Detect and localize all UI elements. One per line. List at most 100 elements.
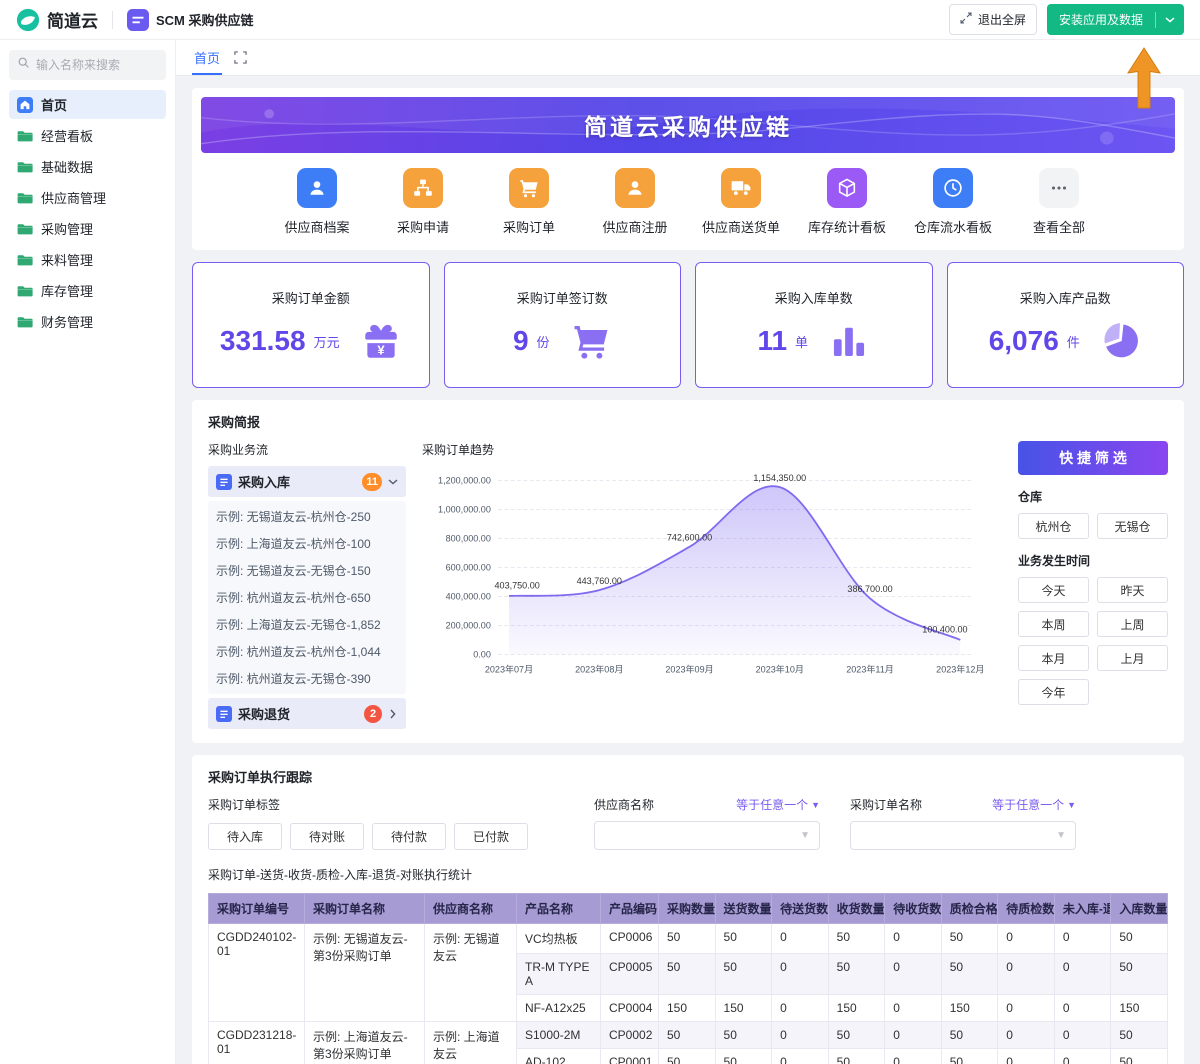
table-row: CGDD240102-01示例: 无锡道友云-第3份采购订单示例: 无锡道友云V… [209,924,1168,954]
piechart-icon [1100,320,1142,362]
shortcut-row: 供应商档案 采购申请采购订单供应商注册 供应商送货单库存统计看板仓库流水看板查看全部 [201,153,1175,244]
value-cell: 0 [998,954,1055,995]
svg-text:2023年09月: 2023年09月 [665,664,713,675]
stat-title: 采购订单签订数 [517,288,608,307]
sidebar-item-首页[interactable]: 首页 [9,90,166,119]
sidebar-item-经营看板[interactable]: 经营看板 [9,121,166,150]
tag-button-待入库[interactable]: 待入库 [208,823,282,850]
order-name-select[interactable]: ▼ [850,821,1076,850]
install-app-button[interactable]: 安装应用及数据 [1047,4,1184,35]
purchase-trend-chart: 0.00200,000.00400,000.00600,000.00800,00… [422,466,1002,680]
supplier-operator-dropdown[interactable]: 等于任意一个▼ [736,796,820,813]
stat-value-row: 331.58万元¥ [220,320,402,362]
expand-fullscreen-icon[interactable] [234,51,247,64]
value-cell: 50 [1111,1049,1168,1064]
flow-item[interactable]: 示例: 上海道友云-无锡仓-1,852 [208,611,406,638]
tab-home[interactable]: 首页 [192,40,222,75]
sidebar-search[interactable] [9,50,166,80]
warehouse-buttons: 杭州仓无锡仓 [1018,513,1168,539]
value-cell: 50 [941,954,998,995]
shortcut-供应商档案[interactable]: 供应商档案 [265,168,369,236]
flow-item[interactable]: 示例: 杭州道友云-杭州仓-650 [208,584,406,611]
svg-text:800,000.00: 800,000.00 [446,534,491,544]
value-cell: 0 [885,995,942,1022]
value-cell: 50 [659,1049,716,1064]
svg-text:403,750.00: 403,750.00 [495,581,540,591]
time-button-本周[interactable]: 本周 [1018,611,1089,637]
brief-section-title: 采购简报 [208,412,1168,431]
column-header: 质检合格数量 [941,894,998,924]
time-button-今年[interactable]: 今年 [1018,679,1089,705]
folder-icon [17,159,33,175]
time-button-上周[interactable]: 上周 [1097,611,1168,637]
product-name: VC均热板 [517,924,601,954]
sidebar-item-供应商管理[interactable]: 供应商管理 [9,183,166,212]
brief-card: 采购简报 采购业务流 采购入库11示例: 无锡道友云-杭州仓-250示例: 上海… [192,400,1184,743]
count-badge: 2 [364,705,382,723]
shortcut-label: 供应商注册 [602,217,667,236]
flow-item[interactable]: 示例: 杭州道友云-杭州仓-1,044 [208,638,406,665]
tag-button-已付款[interactable]: 已付款 [454,823,528,850]
cube-icon [827,168,867,208]
sidebar-item-采购管理[interactable]: 采购管理 [9,214,166,243]
shortcut-采购订单[interactable]: 采购订单 [477,168,581,236]
trend-panel: 采购订单趋势 0.00200,000.00400,000.00600,000.0… [422,441,1002,729]
time-buttons: 今天昨天本周上周本月上月今年 [1018,577,1168,705]
warehouse-button-杭州仓[interactable]: 杭州仓 [1018,513,1089,539]
value-cell: 0 [772,924,829,954]
flow-group-采购退货[interactable]: 采购退货2 [208,698,406,729]
sidebar-item-库存管理[interactable]: 库存管理 [9,276,166,305]
filter-row: 采购订单标签 待入库待对账待付款已付款 供应商名称 等于任意一个▼ ▼ 采购订单… [208,796,1168,850]
order-name-operator-dropdown[interactable]: 等于任意一个▼ [992,796,1076,813]
shortcut-查看全部[interactable]: 查看全部 [1007,168,1111,236]
stat-value-row: 9份 [513,320,612,362]
stat-unit: 份 [537,332,550,351]
warehouse-button-无锡仓[interactable]: 无锡仓 [1097,513,1168,539]
search-input[interactable] [36,58,158,72]
tag-button-待对账[interactable]: 待对账 [290,823,364,850]
supplier-name: 示例: 无锡道友云 [425,924,517,1022]
time-button-本月[interactable]: 本月 [1018,645,1089,671]
install-app-label: 安装应用及数据 [1047,4,1155,35]
chevron-down-icon[interactable] [1156,10,1184,30]
stat-title: 采购入库产品数 [1020,288,1111,307]
flow-item[interactable]: 示例: 杭州道友云-无锡仓-390 [208,665,406,692]
flow-item[interactable]: 示例: 无锡道友云-杭州仓-250 [208,503,406,530]
flow-item[interactable]: 示例: 无锡道友云-无锡仓-150 [208,557,406,584]
home-icon [17,97,33,113]
document-icon [216,706,232,722]
supplier-select[interactable]: ▼ [594,821,820,850]
shortcut-label: 供应商档案 [284,217,349,236]
shortcut-库存统计看板[interactable]: 库存统计看板 [795,168,899,236]
app-logo[interactable]: 简道云 [16,7,98,32]
sidebar-item-基础数据[interactable]: 基础数据 [9,152,166,181]
quick-filter-header[interactable]: 快 捷 筛 选 [1018,441,1168,475]
time-button-今天[interactable]: 今天 [1018,577,1089,603]
shortcut-供应商送货单[interactable]: 供应商送货单 [689,168,793,236]
sidebar-item-财务管理[interactable]: 财务管理 [9,307,166,336]
chevron-down-icon: ▼ [1067,800,1076,810]
time-button-昨天[interactable]: 昨天 [1097,577,1168,603]
shortcut-供应商注册[interactable]: 供应商注册 [583,168,687,236]
flow-group-采购入库[interactable]: 采购入库11 [208,466,406,497]
shortcut-label: 查看全部 [1033,217,1085,236]
value-cell: 50 [1111,954,1168,995]
value-cell: 150 [941,995,998,1022]
exit-fullscreen-button[interactable]: 退出全屏 [949,4,1037,35]
sidebar-item-label: 首页 [41,95,67,114]
value-cell: 50 [828,1049,885,1064]
svg-text:400,000.00: 400,000.00 [446,592,491,602]
product-name: AD-102 [517,1049,601,1064]
flow-item[interactable]: 示例: 上海道友云-杭州仓-100 [208,530,406,557]
value-cell: 50 [828,1022,885,1049]
tag-button-待付款[interactable]: 待付款 [372,823,446,850]
shortcut-采购申请[interactable]: 采购申请 [371,168,475,236]
value-cell: 0 [998,1022,1055,1049]
time-button-上月[interactable]: 上月 [1097,645,1168,671]
sidebar-item-来料管理[interactable]: 来料管理 [9,245,166,274]
flow-items: 示例: 无锡道友云-杭州仓-250示例: 上海道友云-杭州仓-100示例: 无锡… [208,501,406,694]
shortcut-label: 库存统计看板 [808,217,886,236]
shortcut-仓库流水看板[interactable]: 仓库流水看板 [901,168,1005,236]
order-name-filter: 采购订单名称 等于任意一个▼ ▼ [850,796,1076,850]
product-code: CP0005 [601,954,659,995]
